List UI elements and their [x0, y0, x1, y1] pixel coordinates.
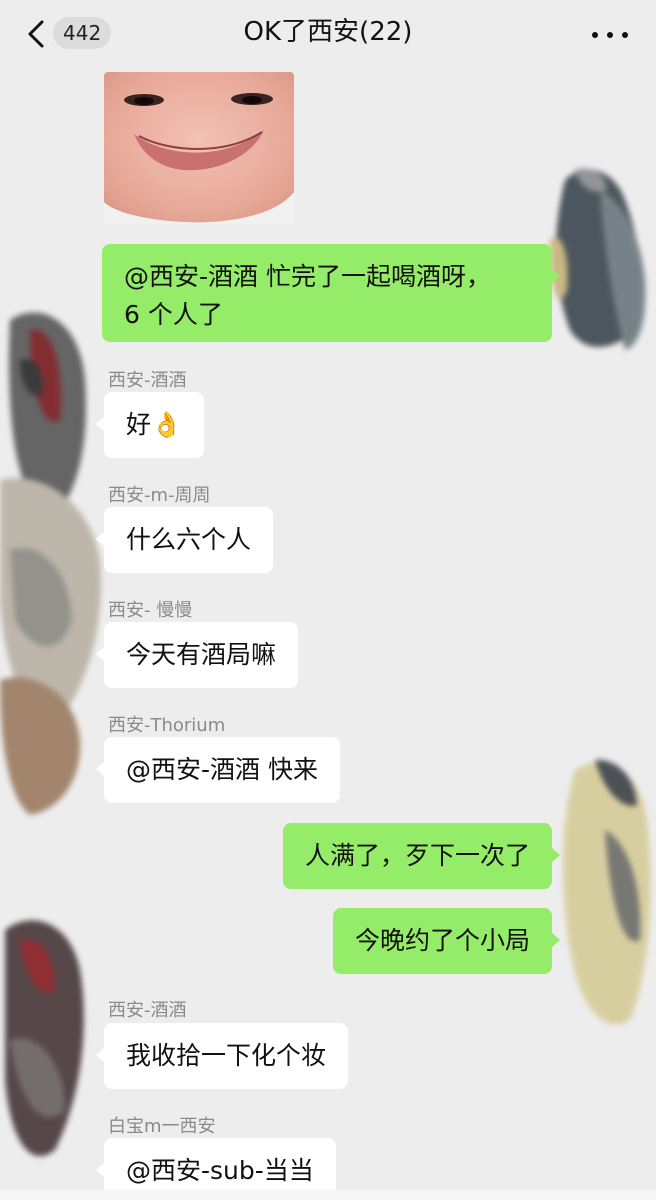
more-dots-icon [622, 32, 628, 38]
message-text-line: 6 个人了 [124, 300, 223, 329]
input-bar-edge [0, 1190, 656, 1200]
unread-count-badge[interactable]: 442 [53, 17, 112, 49]
incoming-message-bubble[interactable]: 什么六个人 [95, 507, 274, 573]
redacted-avatar-smear [550, 168, 646, 350]
incoming-message-bubble[interactable]: @西安-酒酒 快来 [96, 737, 340, 803]
chat-title: OK了西安(22) [243, 17, 413, 47]
sender-name: 西安-m-周周 [108, 485, 211, 506]
chevron-left-icon [28, 20, 44, 48]
redacted-avatar-smear [0, 312, 101, 815]
outgoing-message-bubble[interactable]: @西安-酒酒 忙完了一起喝酒呀， 6 个人了 [102, 244, 560, 342]
chat-header: 442 OK了西安(22) [0, 0, 656, 68]
sender-name: 西安-酒酒 [108, 1000, 187, 1021]
chat-screen: 442 OK了西安(22) @西安-酒酒 忙完了一起喝酒呀， 6 个人了 西安-… [0, 0, 656, 1200]
redacted-avatar-smear [5, 920, 84, 1157]
message-text-line: @西安-酒酒 忙完了一起喝酒呀， [124, 262, 491, 291]
sender-name: 白宝m一西安 [108, 1116, 216, 1137]
sender-name: 西安- 慢慢 [108, 600, 193, 621]
incoming-message-bubble[interactable]: 今天有酒局嘛 [95, 622, 299, 688]
incoming-message-bubble[interactable]: 我收拾一下化个妆 [95, 1023, 349, 1089]
redacted-avatar-smear [563, 759, 651, 1025]
incoming-message-bubble[interactable]: 好👌 [95, 392, 205, 458]
more-dots-icon [607, 32, 613, 38]
outgoing-message-bubble[interactable]: 人满了，歹下一次了 [282, 823, 561, 889]
outgoing-message-bubble[interactable]: 今晚约了个小局 [332, 908, 561, 974]
more-options-button[interactable] [590, 20, 630, 48]
face-sticker-image[interactable] [104, 72, 294, 224]
sender-name: 西安-Thorium [108, 715, 226, 736]
more-dots-icon [592, 32, 598, 38]
face-sticker-graphic [104, 72, 294, 224]
sender-name: 西安-酒酒 [108, 370, 187, 391]
back-button[interactable] [22, 18, 54, 50]
